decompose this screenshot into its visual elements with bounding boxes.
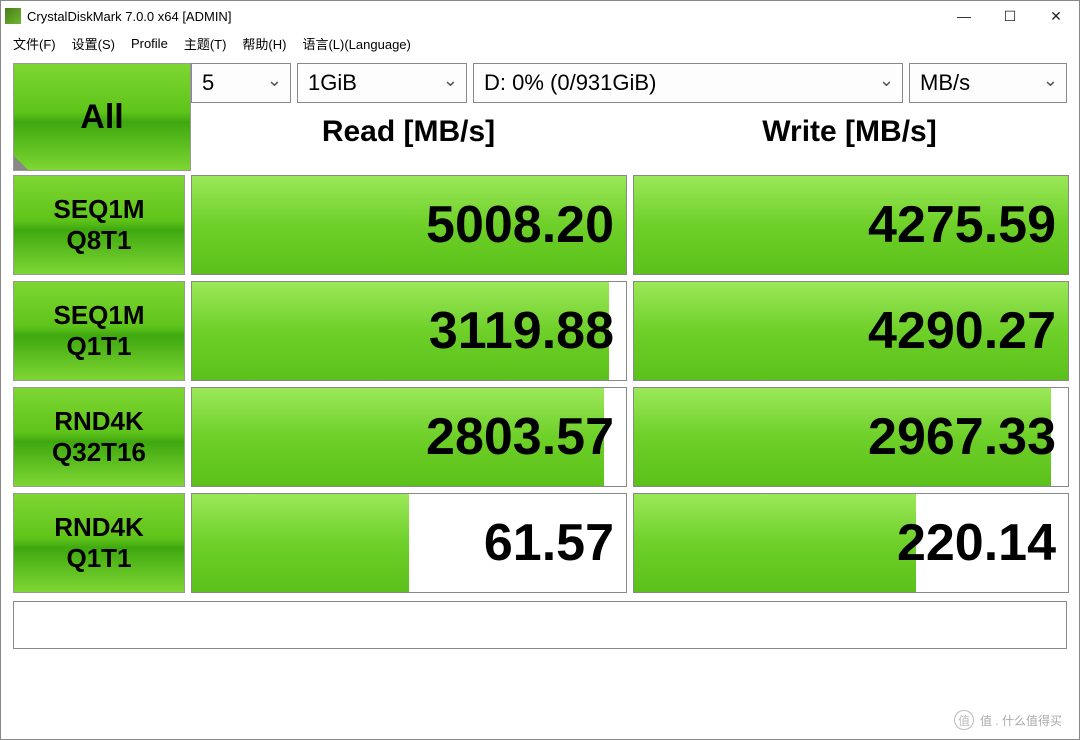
test-button-rnd4k-q32t16[interactable]: RND4K Q32T16 [13,387,185,487]
test-count-select[interactable]: 5 [191,63,291,103]
test-button-rnd4k-q1t1[interactable]: RND4K Q1T1 [13,493,185,593]
test-label-l2: Q1T1 [66,331,131,362]
menu-language[interactable]: 语言(L)(Language) [296,32,416,55]
test-label-l2: Q32T16 [52,437,146,468]
test-size-select[interactable]: 1GiB [297,63,467,103]
test-label-l2: Q1T1 [66,543,131,574]
content-area: All 5 1GiB D: 0% (0/931GiB) MB/s Read [M… [1,55,1079,661]
menu-bar: 文件(F) 设置(S) Profile 主题(T) 帮助(H) 语言(L)(La… [1,31,1079,55]
maximize-button[interactable]: ☐ [987,1,1033,31]
read-value-2: 2803.57 [426,407,614,467]
results-grid: SEQ1M Q8T1 5008.20 4275.59 SEQ1M Q1T1 31… [13,175,1067,593]
window-controls: — ☐ ✕ [941,1,1079,31]
write-cell-0: 4275.59 [633,175,1069,275]
drive-value: D: 0% (0/931GiB) [484,70,656,96]
read-cell-0: 5008.20 [191,175,627,275]
test-label-l1: SEQ1M [53,194,144,225]
unit-select[interactable]: MB/s [909,63,1067,103]
run-all-button[interactable]: All [13,63,191,171]
app-icon [5,8,21,24]
menu-profile[interactable]: Profile [125,34,174,53]
watermark: 值 值 . 什么值得买 [954,710,1062,730]
read-bar-3 [192,494,409,592]
write-column-header: Write [MB/s] [632,103,1067,161]
test-count-value: 5 [202,70,214,96]
test-button-seq1m-q1t1[interactable]: SEQ1M Q1T1 [13,281,185,381]
write-bar-3 [634,494,916,592]
write-value-3: 220.14 [897,513,1056,573]
watermark-icon: 值 [954,710,974,730]
test-size-value: 1GiB [308,70,357,96]
read-column-header: Read [MB/s] [191,103,626,161]
status-bar [13,601,1067,649]
write-cell-2: 2967.33 [633,387,1069,487]
test-label-l1: RND4K [54,406,144,437]
test-label-l2: Q8T1 [66,225,131,256]
read-value-3: 61.57 [484,513,614,573]
close-button[interactable]: ✕ [1033,1,1079,31]
minimize-button[interactable]: — [941,1,987,31]
drive-select[interactable]: D: 0% (0/931GiB) [473,63,903,103]
test-label-l1: SEQ1M [53,300,144,331]
test-button-seq1m-q8t1[interactable]: SEQ1M Q8T1 [13,175,185,275]
read-cell-1: 3119.88 [191,281,627,381]
read-cell-3: 61.57 [191,493,627,593]
read-value-0: 5008.20 [426,195,614,255]
watermark-text: 值 . 什么值得买 [980,712,1062,729]
read-value-1: 3119.88 [429,301,614,361]
menu-help[interactable]: 帮助(H) [236,32,292,55]
menu-settings[interactable]: 设置(S) [66,32,121,55]
titlebar: CrystalDiskMark 7.0.0 x64 [ADMIN] — ☐ ✕ [1,1,1079,31]
window-title: CrystalDiskMark 7.0.0 x64 [ADMIN] [27,9,941,24]
write-cell-3: 220.14 [633,493,1069,593]
all-button-label: All [80,98,123,137]
menu-theme[interactable]: 主题(T) [178,32,233,55]
test-label-l1: RND4K [54,512,144,543]
read-cell-2: 2803.57 [191,387,627,487]
write-value-2: 2967.33 [868,407,1056,467]
unit-value: MB/s [920,70,970,96]
write-value-1: 4290.27 [868,301,1056,361]
write-value-0: 4275.59 [868,195,1056,255]
write-cell-1: 4290.27 [633,281,1069,381]
menu-file[interactable]: 文件(F) [7,32,62,55]
